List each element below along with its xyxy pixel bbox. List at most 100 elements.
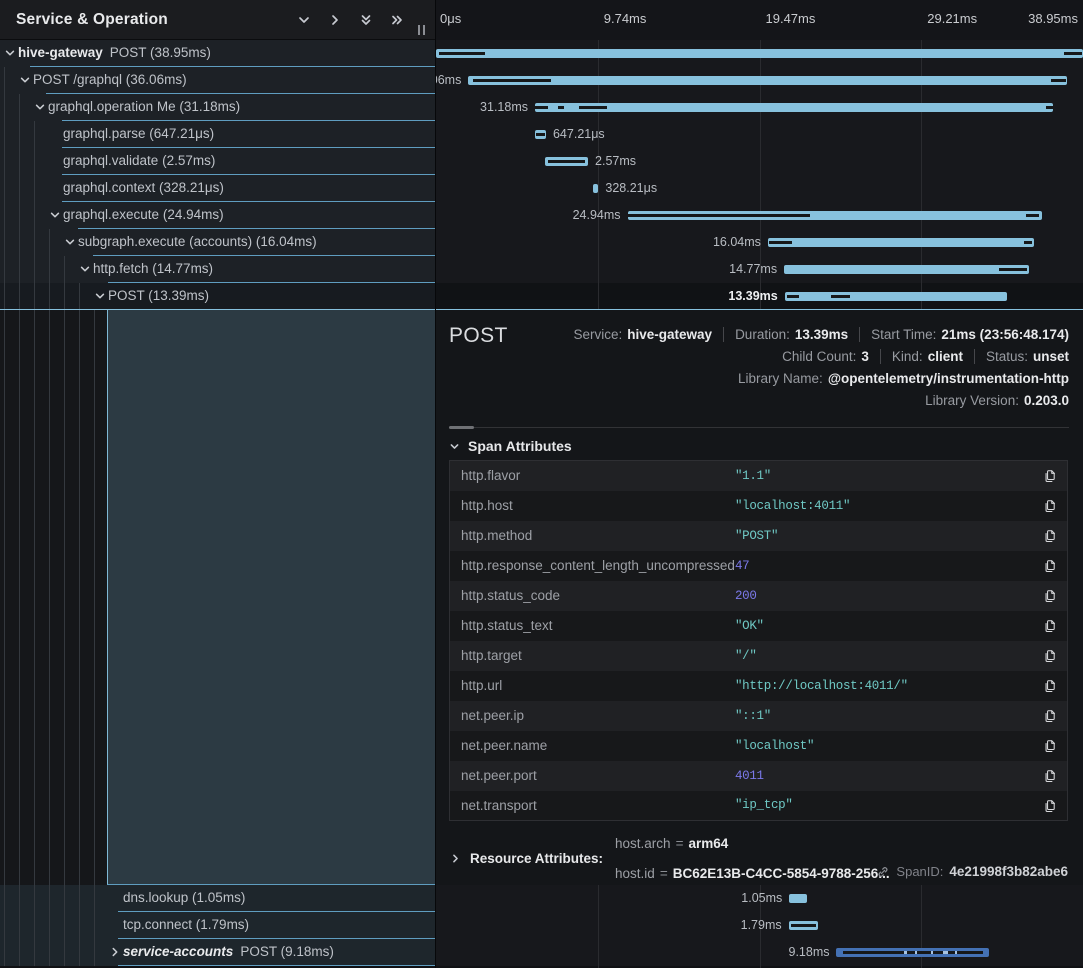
span-bar[interactable] (436, 49, 1083, 58)
span-bar-row[interactable]: 9.18ms (436, 939, 1083, 966)
span-row[interactable]: POST (13.39ms) (0, 283, 435, 310)
span-bar-row[interactable]: 14.77ms (436, 256, 1083, 283)
attribute-key: http.status_text (450, 611, 735, 641)
span-bar[interactable] (628, 211, 1042, 220)
chevron-down-icon (449, 441, 460, 452)
self-time-notch (628, 214, 810, 217)
chevron-down-icon[interactable] (19, 74, 31, 86)
span-row[interactable]: dns.lookup (1.05ms) (0, 885, 435, 912)
copy-icon[interactable] (1043, 529, 1057, 543)
span-row[interactable]: service-accountsPOST (9.18ms) (0, 939, 435, 966)
copy-icon[interactable] (1043, 769, 1057, 783)
link-icon[interactable] (876, 865, 890, 879)
chevron-down-icon[interactable] (49, 209, 61, 221)
detail-meta-item: Duration:13.39ms (735, 327, 848, 342)
indent-guide (49, 256, 50, 283)
attribute-copy (1032, 731, 1068, 761)
chevron-down-icon[interactable] (79, 263, 91, 275)
span-bar-row[interactable]: 328.21μs (436, 175, 1083, 202)
copy-icon[interactable] (1043, 499, 1057, 513)
attribute-key: net.peer.name (450, 731, 735, 761)
meta-separator (880, 349, 881, 364)
attribute-copy (1032, 581, 1068, 611)
self-time-notch (579, 106, 607, 109)
span-row[interactable]: graphql.parse (647.21μs) (0, 121, 435, 148)
span-row[interactable]: graphql.operation Me (31.18ms) (0, 94, 435, 121)
self-time-notch (787, 295, 799, 298)
indent-guide (49, 912, 50, 939)
chevron-down-icon[interactable] (94, 290, 106, 302)
double-chevron-right-icon[interactable] (390, 13, 404, 27)
span-bar[interactable] (789, 921, 819, 930)
span-bar[interactable] (545, 157, 588, 166)
span-bar-row[interactable]: 1.05ms (436, 885, 1083, 912)
span-row[interactable]: graphql.context (328.21μs) (0, 175, 435, 202)
expand-toggle[interactable] (34, 101, 46, 116)
service-name: hive-gateway (18, 45, 103, 60)
expand-toggle[interactable] (49, 209, 61, 224)
panel-resize-grip[interactable] (418, 25, 425, 35)
chevron-right-icon[interactable] (450, 853, 461, 864)
span-bar-row[interactable]: 16.04ms (436, 229, 1083, 256)
expand-toggle[interactable] (19, 74, 31, 89)
span-attributes-title: Span Attributes (468, 438, 572, 454)
span-bar-row[interactable]: 38.95ms (436, 40, 1083, 67)
copy-icon[interactable] (1043, 739, 1057, 753)
span-bar[interactable] (593, 184, 599, 193)
span-row[interactable]: graphql.execute (24.94ms) (0, 202, 435, 229)
span-bar-row[interactable]: 2.57ms (436, 148, 1083, 175)
span-bar-row[interactable]: 13.39ms (436, 283, 1083, 310)
chevron-down-icon[interactable] (4, 47, 16, 59)
span-bar[interactable] (789, 894, 806, 903)
span-bar[interactable] (785, 292, 1008, 301)
chevron-down-icon[interactable] (297, 13, 311, 27)
expand-toggle[interactable] (79, 263, 91, 278)
span-name: http.fetch (14.77ms) (93, 261, 213, 276)
expand-toggle[interactable] (109, 946, 121, 961)
copy-icon[interactable] (1043, 589, 1057, 603)
span-bar[interactable] (468, 76, 1067, 85)
span-row[interactable]: graphql.validate (2.57ms) (0, 148, 435, 175)
span-bar-row[interactable]: 24.94ms (436, 202, 1083, 229)
span-bar[interactable] (836, 948, 989, 957)
resource-attributes-title[interactable]: Resource Attributes: (470, 851, 603, 866)
chevron-down-icon[interactable] (64, 236, 76, 248)
attribute-copy (1032, 611, 1068, 641)
chevron-right-icon[interactable] (328, 13, 342, 27)
span-bar[interactable] (784, 265, 1029, 274)
span-row[interactable]: http.fetch (14.77ms) (0, 256, 435, 283)
span-bar[interactable] (535, 103, 1053, 112)
span-bar-row[interactable]: 31.18ms (436, 94, 1083, 121)
indent-guide (64, 939, 65, 966)
copy-icon[interactable] (1043, 709, 1057, 723)
span-bar-row[interactable]: 1.79ms (436, 912, 1083, 939)
panel-divider[interactable] (435, 0, 436, 968)
copy-icon[interactable] (1043, 679, 1057, 693)
expand-toggle[interactable] (64, 236, 76, 251)
span-row[interactable]: subgraph.execute (accounts) (16.04ms) (0, 229, 435, 256)
indent-guide (49, 229, 50, 256)
span-row[interactable]: POST /graphql (36.06ms) (0, 67, 435, 94)
copy-icon[interactable] (1043, 619, 1057, 633)
expand-toggle[interactable] (4, 47, 16, 62)
copy-icon[interactable] (1043, 469, 1057, 483)
double-chevron-down-icon[interactable] (359, 13, 373, 27)
copy-icon[interactable] (1043, 649, 1057, 663)
copy-icon[interactable] (1043, 559, 1057, 573)
indent-guide (19, 283, 20, 310)
span-bar[interactable] (768, 238, 1035, 247)
chevron-right-icon[interactable] (109, 946, 121, 958)
span-bar-row[interactable]: 36.06ms (436, 67, 1083, 94)
expand-toggle[interactable] (94, 290, 106, 305)
self-time-notch (536, 133, 544, 136)
attribute-row: http.url "http://localhost:4011/" (450, 671, 1068, 701)
span-bar-row[interactable]: 647.21μs (436, 121, 1083, 148)
span-attributes-header[interactable]: Span Attributes (449, 438, 572, 454)
chevron-down-icon[interactable] (34, 101, 46, 113)
span-row[interactable]: hive-gatewayPOST (38.95ms) (0, 40, 435, 67)
copy-icon[interactable] (1043, 799, 1057, 813)
span-row[interactable]: tcp.connect (1.79ms) (0, 912, 435, 939)
span-bar[interactable] (535, 130, 546, 139)
attribute-value: "::1" (735, 701, 1032, 731)
self-time-notch (831, 295, 849, 298)
